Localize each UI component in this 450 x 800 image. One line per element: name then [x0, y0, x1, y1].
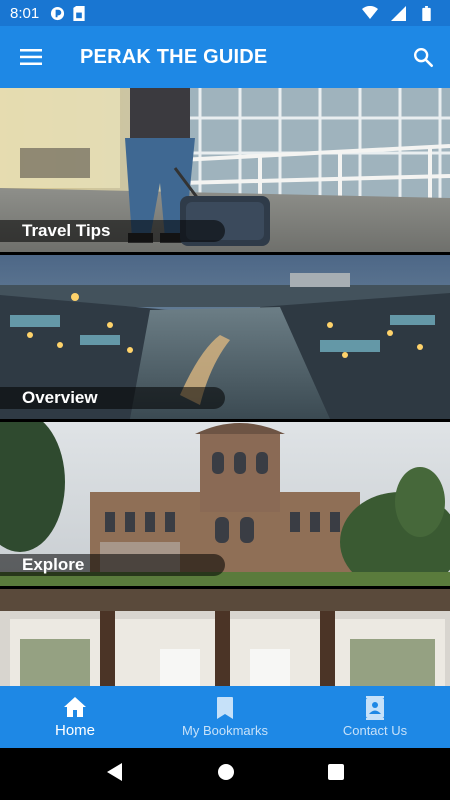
- status-bar: 8:01: [0, 0, 450, 26]
- hamburger-menu-icon[interactable]: [0, 26, 62, 88]
- card-overview[interactable]: Overview: [0, 255, 450, 419]
- card-explore[interactable]: Explore: [0, 422, 450, 586]
- recents-icon[interactable]: [327, 763, 344, 785]
- card-label: Overview: [22, 388, 98, 407]
- card-travel-tips[interactable]: Travel Tips: [0, 88, 450, 252]
- battery-icon: [418, 5, 434, 21]
- signal-icon: [390, 5, 406, 21]
- card-label-bg: Explore: [0, 554, 225, 576]
- category-list[interactable]: Travel Tips Overview Explore: [0, 88, 450, 686]
- app-notification-icon: [49, 5, 65, 21]
- nav-contact[interactable]: Contact Us: [300, 686, 450, 748]
- nav-home-label: Home: [54, 722, 95, 739]
- contact-book-icon: [365, 696, 385, 720]
- app-title: PERAK THE GUIDE: [80, 45, 268, 68]
- nav-bookmarks-label: My Bookmarks: [182, 723, 268, 738]
- system-navigation-bar: [0, 748, 450, 800]
- resort-room-image: [0, 589, 450, 686]
- card-label-bg: Overview: [0, 387, 225, 409]
- sim-card-icon: [71, 5, 87, 21]
- app-bar: PERAK THE GUIDE: [0, 26, 450, 88]
- card-label-bg: Travel Tips: [0, 220, 225, 242]
- nav-bookmarks[interactable]: My Bookmarks: [150, 686, 300, 748]
- card-label: Explore: [22, 555, 85, 574]
- bookmark-icon: [217, 696, 233, 720]
- card-label: Travel Tips: [22, 221, 111, 240]
- nav-home[interactable]: Home: [0, 686, 150, 748]
- home-circle-icon[interactable]: [217, 763, 235, 786]
- card-accommodation[interactable]: [0, 589, 450, 686]
- nav-contact-label: Contact Us: [342, 723, 408, 738]
- home-icon: [64, 695, 86, 719]
- back-icon[interactable]: [106, 762, 124, 786]
- wifi-icon: [362, 5, 378, 21]
- status-time: 8:01: [10, 4, 40, 22]
- bottom-navigation: Home My Bookmarks Contact Us: [0, 686, 450, 748]
- search-icon[interactable]: [396, 26, 450, 88]
